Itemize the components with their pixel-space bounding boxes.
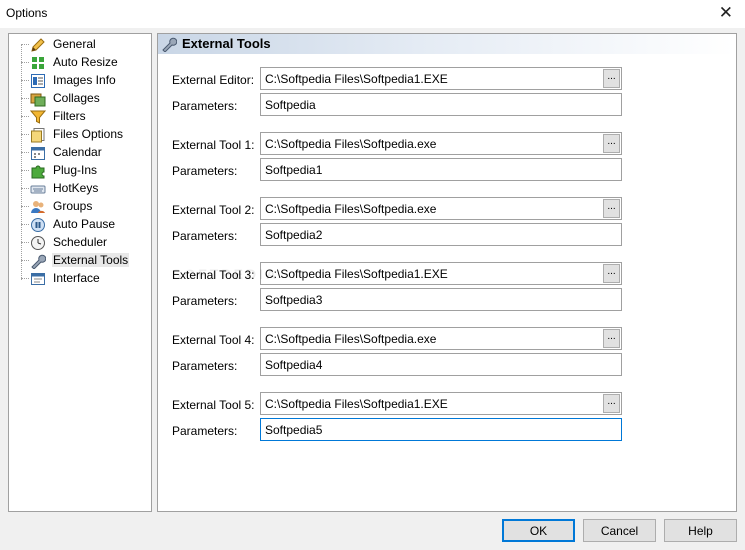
external-tool-5-path-input[interactable] — [261, 393, 601, 414]
tree-item-plug-ins[interactable]: Plug-Ins — [9, 162, 151, 180]
tree-item-collages[interactable]: Collages — [9, 90, 151, 108]
pause-icon — [31, 218, 45, 232]
tree-item-label: Plug-Ins — [53, 163, 98, 177]
external-tool-3-path-field[interactable]: ... — [260, 262, 622, 285]
images-info-icon — [31, 74, 45, 88]
browse-button[interactable]: ... — [603, 329, 620, 348]
puzzle-icon — [31, 165, 45, 179]
tree-item-auto-resize[interactable]: Auto Resize — [9, 54, 151, 72]
collages-icon — [30, 93, 46, 107]
external-tool-4-parameters-field[interactable] — [260, 353, 622, 376]
options-tree[interactable]: General Auto Resize Images Info Collages… — [8, 33, 152, 512]
external-tool-1-parameters-field[interactable] — [260, 158, 622, 181]
external-tool-2-path-input[interactable] — [261, 198, 601, 219]
external-editor-path-field[interactable]: ... — [260, 67, 622, 90]
parameters-label: Parameters: — [172, 99, 238, 113]
parameters-input[interactable] — [261, 419, 621, 440]
tree-item-label: Collages — [53, 91, 100, 105]
tree-item-label: Files Options — [53, 127, 124, 141]
tree-item-interface[interactable]: Interface — [9, 270, 151, 288]
window-title: Options — [6, 6, 48, 20]
external-tool-4-path-field[interactable]: ... — [260, 327, 622, 350]
clock-icon — [31, 236, 45, 250]
external-tool-4-path-input[interactable] — [261, 328, 601, 349]
tree-item-label: Auto Resize — [53, 55, 118, 69]
external-tool-2-path-field[interactable]: ... — [260, 197, 622, 220]
tree-item-filters[interactable]: Filters — [9, 108, 151, 126]
browse-button[interactable]: ... — [603, 394, 620, 413]
tree-item-label: Filters — [53, 109, 86, 123]
external-editor-path-input[interactable] — [261, 68, 601, 89]
tree-item-hotkeys[interactable]: HotKeys — [9, 180, 151, 198]
tree-item-label: Calendar — [53, 145, 102, 159]
parameters-input[interactable] — [261, 289, 621, 310]
parameters-input[interactable] — [261, 224, 621, 245]
external-tool-2-parameters-field[interactable] — [260, 223, 622, 246]
filter-funnel-icon — [30, 110, 46, 124]
parameters-input[interactable] — [261, 354, 621, 375]
external-tool-1-label: External Tool 1: — [172, 138, 255, 152]
auto-resize-icon — [32, 57, 44, 69]
tree-item-label: Interface — [53, 271, 100, 285]
users-icon — [31, 201, 45, 213]
browse-button[interactable]: ... — [603, 134, 620, 153]
cancel-button[interactable]: Cancel — [583, 519, 656, 542]
external-tool-1-path-field[interactable]: ... — [260, 132, 622, 155]
tree-item-label: Auto Pause — [53, 217, 116, 231]
tree-item-label: Scheduler — [53, 235, 108, 249]
external-tool-5-path-field[interactable]: ... — [260, 392, 622, 415]
tree-item-groups[interactable]: Groups — [9, 198, 151, 216]
tree-item-label: HotKeys — [53, 181, 99, 195]
calendar-icon — [31, 147, 45, 160]
browse-button[interactable]: ... — [603, 264, 620, 283]
tree-item-external-tools[interactable]: External Tools — [9, 252, 151, 270]
tree-item-scheduler[interactable]: Scheduler — [9, 234, 151, 252]
external-tool-4-label: External Tool 4: — [172, 333, 255, 347]
parameters-label: Parameters: — [172, 359, 238, 373]
parameters-label: Parameters: — [172, 424, 238, 438]
close-icon[interactable]: ✕ — [719, 3, 733, 23]
external-tool-5-label: External Tool 5: — [172, 398, 255, 412]
external-tool-3-parameters-field[interactable] — [260, 288, 622, 311]
tree-item-files-options[interactable]: Files Options — [9, 126, 151, 144]
external-tool-3-path-input[interactable] — [261, 263, 601, 284]
parameters-label: Parameters: — [172, 294, 238, 308]
parameters-label: Parameters: — [172, 164, 238, 178]
browse-button[interactable]: ... — [603, 199, 620, 218]
tree-item-label: General — [53, 37, 96, 51]
panel-header: External Tools — [158, 34, 736, 54]
tree-item-general[interactable]: General — [9, 36, 151, 54]
help-button[interactable]: Help — [664, 519, 737, 542]
browse-button[interactable]: ... — [603, 69, 620, 88]
tree-item-label: Groups — [53, 199, 93, 213]
parameters-label: Parameters: — [172, 229, 238, 243]
title-bar: Options ✕ — [0, 0, 745, 28]
tree-item-label: Images Info — [53, 73, 116, 87]
external-tool-5-parameters-field[interactable] — [260, 418, 622, 441]
ok-button[interactable]: OK — [502, 519, 575, 542]
watermark: SOFTPEDIA — [172, 266, 280, 282]
pencil-icon — [31, 38, 45, 52]
files-icon — [31, 128, 45, 143]
tree-item-label: External Tools — [52, 253, 130, 267]
wrench-icon — [31, 254, 46, 269]
external-editor-label: External Editor: — [172, 73, 255, 87]
tree-item-images-info[interactable]: Images Info — [9, 72, 151, 90]
wrench-icon — [162, 37, 177, 52]
external-tool-2-label: External Tool 2: — [172, 203, 255, 217]
parameters-input[interactable] — [261, 159, 621, 180]
external-tool-1-path-input[interactable] — [261, 133, 601, 154]
tree-item-calendar[interactable]: Calendar — [9, 144, 151, 162]
keyboard-icon — [30, 185, 46, 194]
window-icon — [31, 273, 45, 285]
parameters-input[interactable] — [261, 94, 621, 115]
tree-item-auto-pause[interactable]: Auto Pause — [9, 216, 151, 234]
external-editor-parameters-field[interactable] — [260, 93, 622, 116]
panel-title: External Tools — [182, 36, 271, 51]
